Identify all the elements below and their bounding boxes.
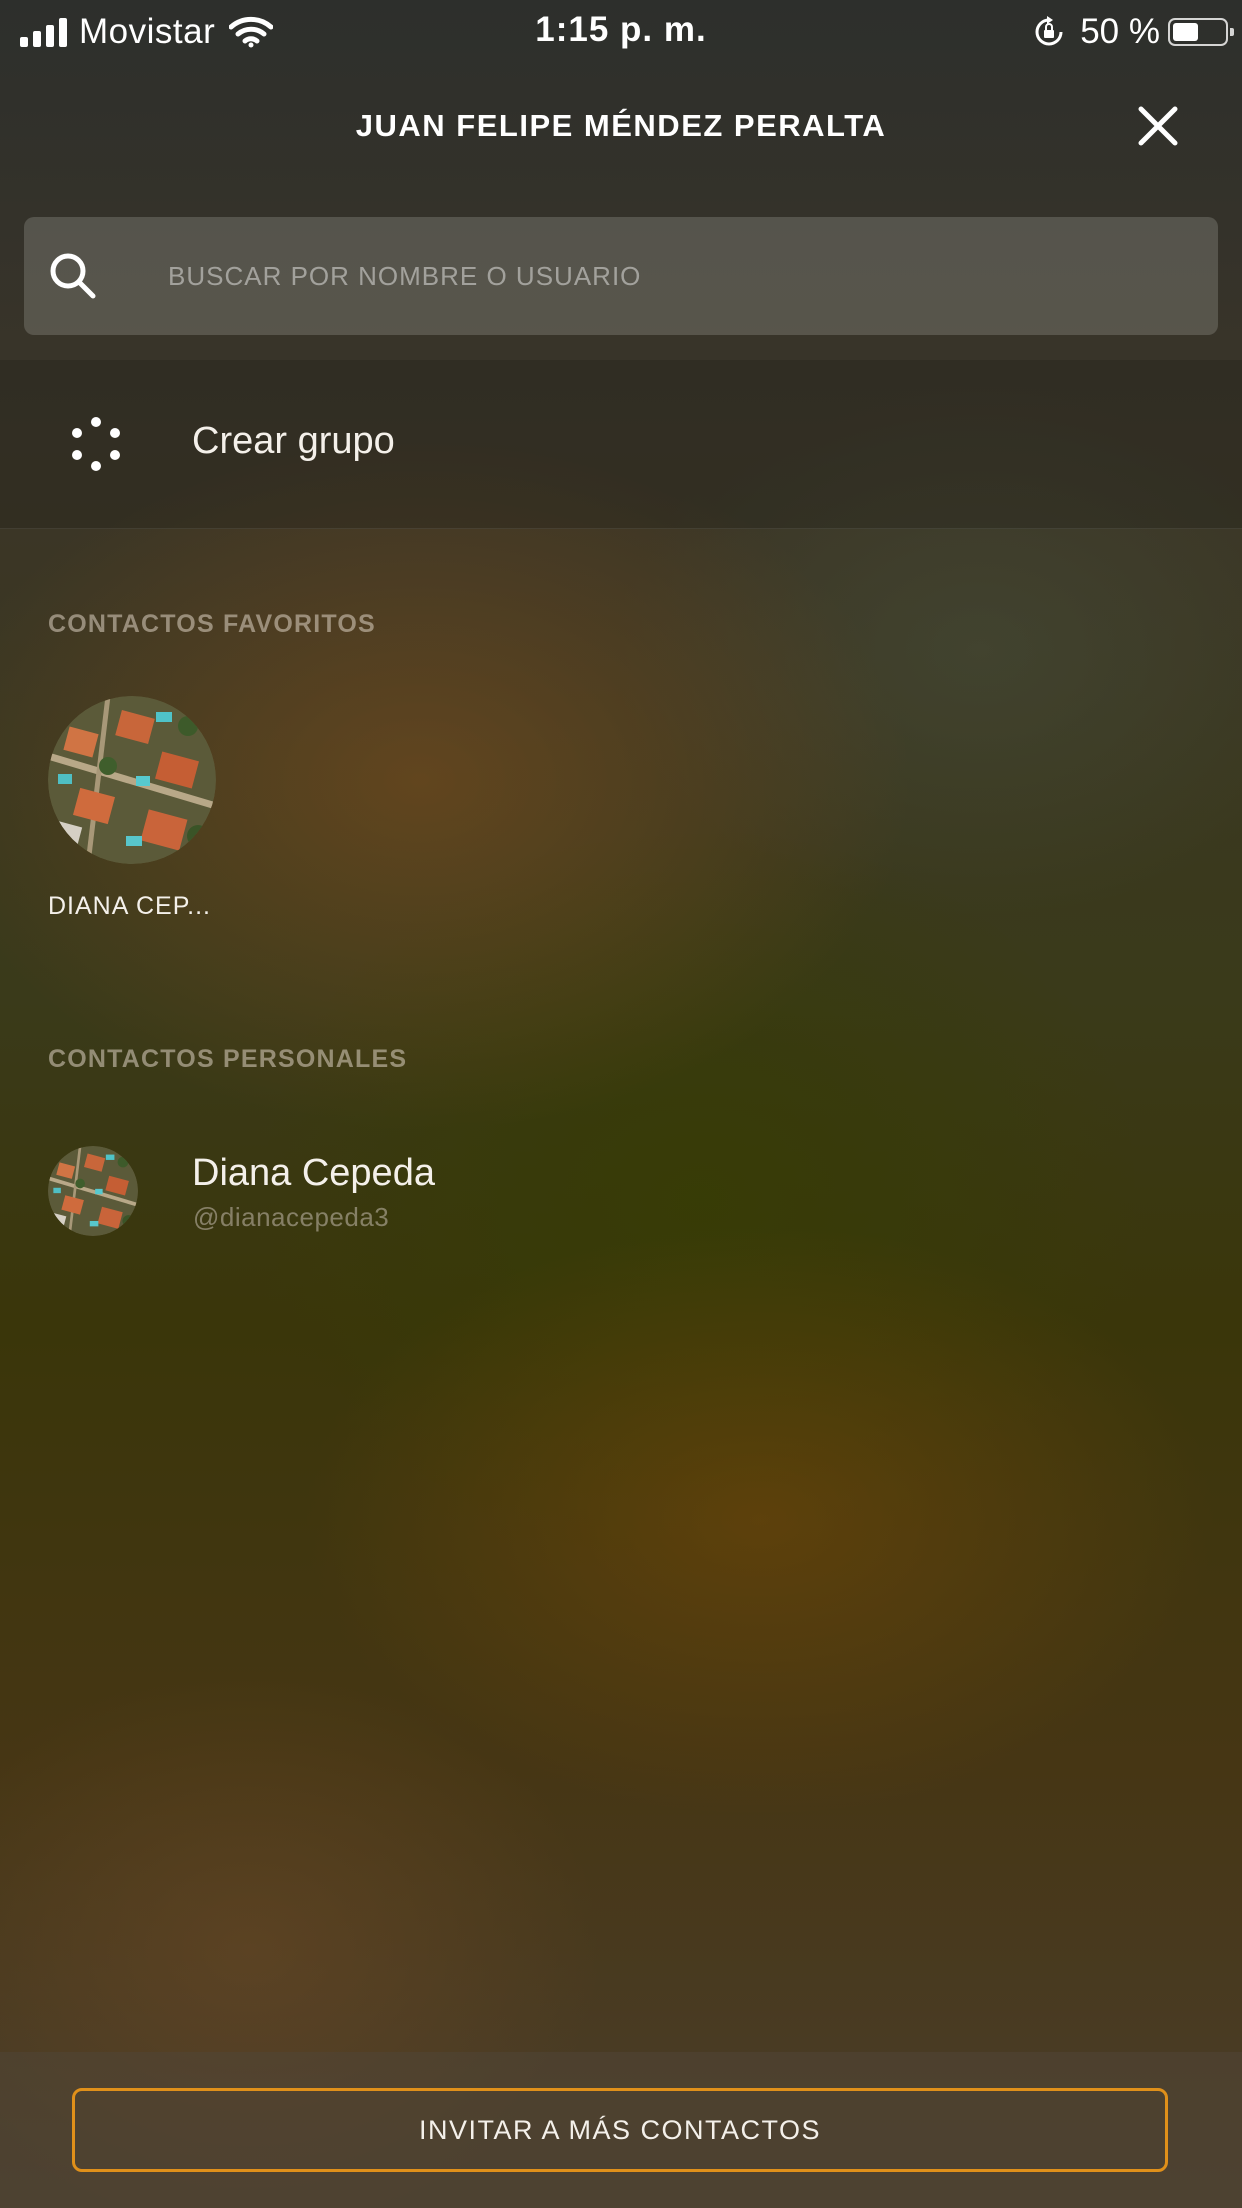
search-bar[interactable] [24, 217, 1218, 335]
battery-fill [1173, 23, 1198, 41]
status-bar-right: 50 % [1032, 10, 1234, 54]
contact-name: Diana Cepeda [192, 1152, 435, 1194]
personal-section-title: CONTACTOS PERSONALES [48, 1045, 408, 1073]
group-dots-icon [72, 417, 120, 471]
search-input[interactable] [168, 217, 1188, 335]
contact-row[interactable]: Diana Cepeda @dianacepeda3 [0, 1130, 1242, 1254]
create-group-row[interactable]: Crear grupo [0, 360, 1242, 529]
avatar [48, 1146, 138, 1236]
contact-username: @dianacepeda3 [193, 1202, 390, 1232]
close-icon[interactable] [1132, 100, 1184, 152]
footer-bar: INVITAR A MÁS CONTACTOS [0, 2052, 1242, 2208]
battery-icon [1168, 18, 1234, 46]
search-icon [50, 253, 96, 299]
battery-percentage: 50 % [1080, 12, 1160, 51]
avatar [48, 696, 216, 864]
favorites-section-title: CONTACTOS FAVORITOS [48, 610, 376, 638]
status-bar: Movistar 1:15 p. m. 50 % [0, 0, 1242, 64]
favorite-contact-name: DIANA CEP... [48, 892, 211, 920]
create-group-label: Crear grupo [192, 420, 395, 462]
favorite-contact[interactable]: DIANA CEP... [48, 696, 218, 921]
orientation-lock-icon [1035, 16, 1063, 46]
page-title: JUAN FELIPE MÉNDEZ PERALTA [355, 108, 887, 143]
invite-contacts-button[interactable]: INVITAR A MÁS CONTACTOS [72, 2088, 1168, 2172]
